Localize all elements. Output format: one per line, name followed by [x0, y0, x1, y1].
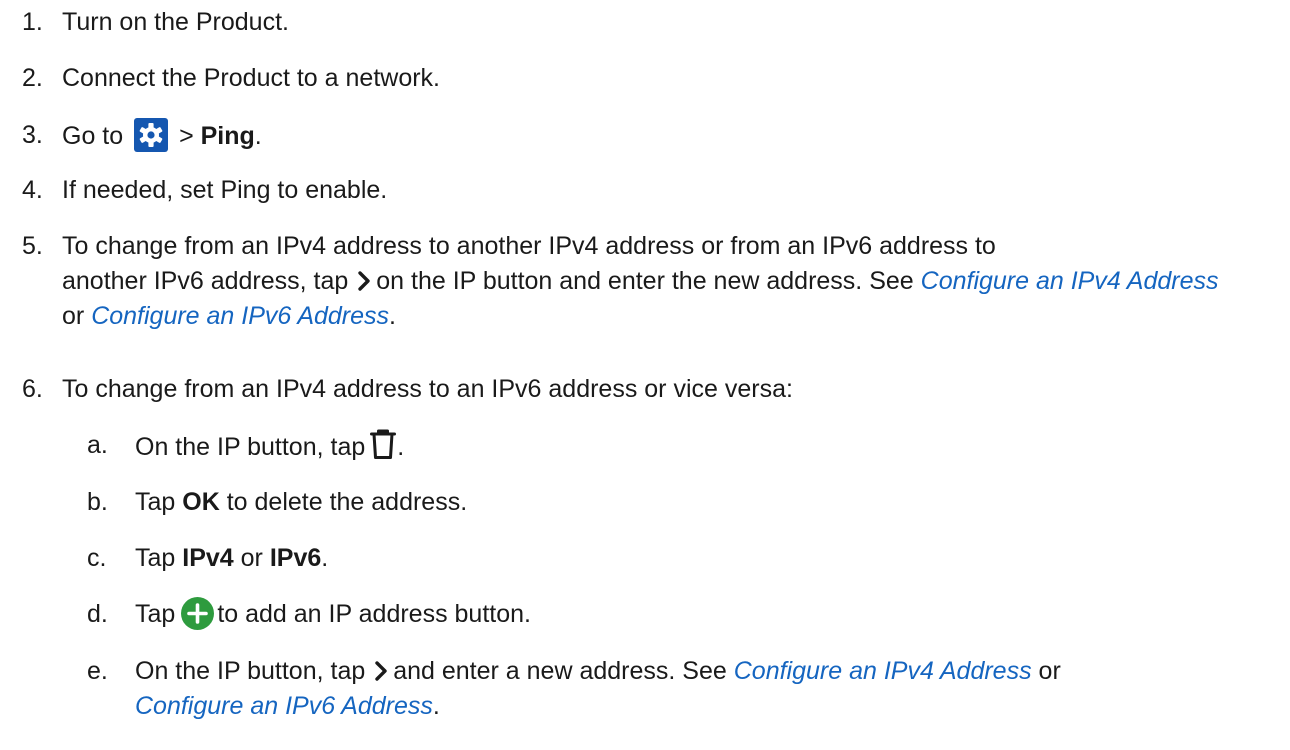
- substep-text-end: .: [432, 692, 440, 720]
- menu-item-ping: Ping: [200, 122, 255, 150]
- substep-text: On the IP button, tap and enter a new ad…: [135, 654, 1285, 724]
- breadcrumb-separator: >: [179, 122, 194, 150]
- substep-text-pre: On the IP button, tap: [135, 657, 366, 685]
- step-number: 3.: [22, 121, 43, 149]
- step-text: Go to > Ping.: [62, 118, 1277, 154]
- link-configure-ipv4[interactable]: Configure an IPv4 Address: [921, 267, 1219, 295]
- step-line-1: To change from an IPv4 address to anothe…: [62, 232, 996, 260]
- step-number: 6.: [22, 375, 43, 403]
- substep-text: Tap to add an IP address button.: [135, 597, 1285, 632]
- substep-line-2: Configure an IPv6 Address.: [135, 689, 1285, 724]
- substep-text-or: or: [240, 544, 263, 572]
- step-text: Connect the Product to a network.: [62, 64, 440, 92]
- substep-text-pre: Tap: [135, 544, 176, 572]
- step-line-2: another IPv6 address, tap on the IP butt…: [62, 264, 1277, 299]
- substep-text: Tap OK to delete the address.: [135, 485, 1285, 520]
- step-text-end: .: [389, 302, 396, 330]
- substep-line-1: On the IP button, tap and enter a new ad…: [135, 654, 1285, 689]
- step-text: To change from an IPv4 address to an IPv…: [62, 375, 793, 403]
- step-number: 4.: [22, 176, 43, 204]
- gear-icon: [134, 118, 169, 152]
- substep-text-post: to delete the address.: [226, 488, 468, 516]
- substep-text: On the IP button, tap.: [135, 428, 1285, 465]
- substep-text-pre: Tap: [135, 600, 176, 628]
- ipv4-label: IPv4: [182, 544, 234, 572]
- ok-label: OK: [182, 488, 220, 516]
- substep-letter: e.: [87, 657, 108, 685]
- substep-text-pre: On the IP button, tap: [135, 433, 366, 461]
- link-configure-ipv6[interactable]: Configure an IPv6 Address: [135, 692, 433, 720]
- step-text-end: .: [254, 122, 262, 150]
- substep-letter: d.: [87, 600, 108, 628]
- substep-text-end: .: [397, 433, 405, 461]
- link-configure-ipv6[interactable]: Configure an IPv6 Address: [91, 302, 389, 330]
- step-text-post: on the IP button and enter the new addre…: [376, 267, 914, 295]
- step-number: 5.: [22, 232, 43, 260]
- step-text: To change from an IPv4 address to anothe…: [62, 229, 1277, 334]
- substep-letter: a.: [87, 431, 108, 459]
- step-number: 1.: [22, 8, 43, 36]
- step-text-pre: another IPv6 address, tap: [62, 267, 349, 295]
- substep-letter: b.: [87, 488, 108, 516]
- trash-icon: [369, 428, 397, 460]
- step-text-pre: Go to: [62, 122, 124, 150]
- substep-text-or: or: [1038, 657, 1061, 685]
- link-configure-ipv4[interactable]: Configure an IPv4 Address: [734, 657, 1032, 685]
- substep-text-pre: Tap: [135, 488, 176, 516]
- substep-text: Tap IPv4 or IPv6.: [135, 541, 1285, 576]
- procedure-list: 1. Turn on the Product. 2. Connect the P…: [0, 0, 1290, 750]
- chevron-right-icon: [357, 270, 371, 292]
- substep-text-end: .: [321, 544, 329, 572]
- step-text-or: or: [62, 302, 85, 330]
- step-text: Turn on the Product.: [62, 8, 289, 36]
- plus-icon: [181, 597, 215, 630]
- step-text: If needed, set Ping to enable.: [62, 176, 388, 204]
- chevron-right-icon: [374, 660, 388, 682]
- step-number: 2.: [22, 64, 43, 92]
- substep-text-post: to add an IP address button.: [217, 600, 531, 628]
- substep-letter: c.: [87, 544, 107, 572]
- substep-text-post: and enter a new address. See: [393, 657, 727, 685]
- step-line-3: or Configure an IPv6 Address.: [62, 299, 1277, 334]
- ipv6-label: IPv6: [269, 544, 322, 572]
